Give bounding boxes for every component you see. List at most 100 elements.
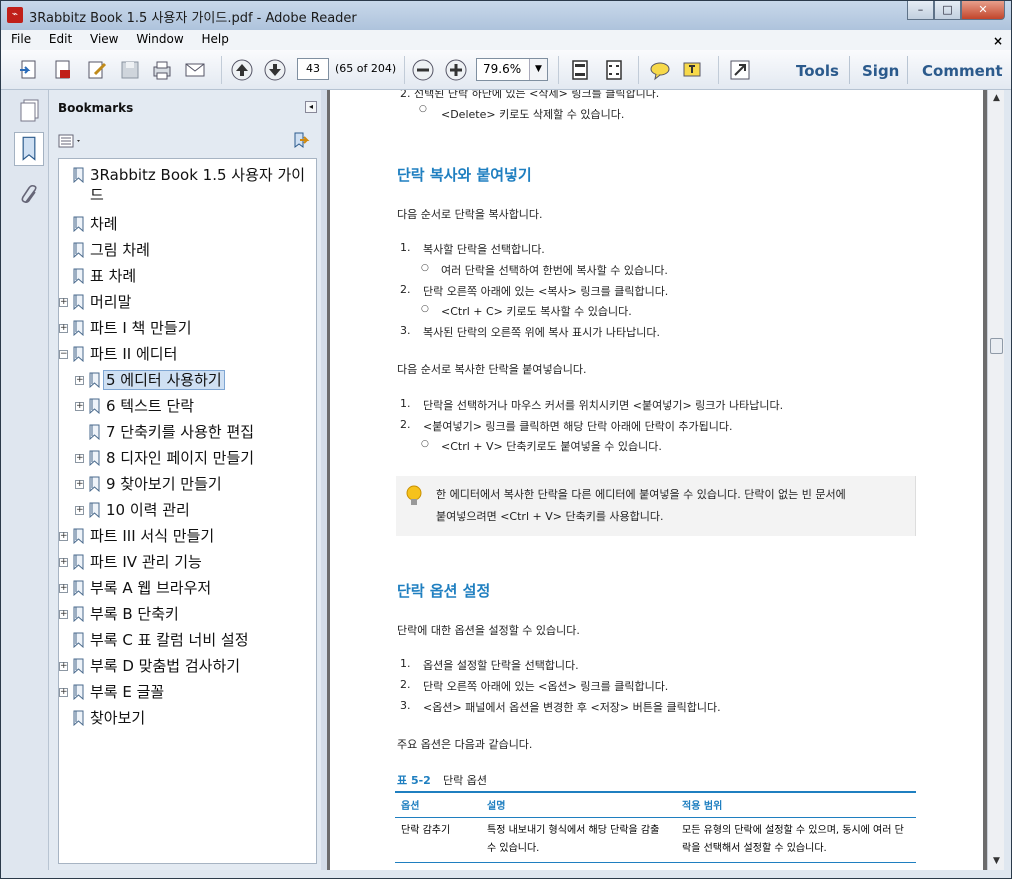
open-file-icon[interactable] (18, 58, 42, 82)
save-icon[interactable] (118, 58, 142, 82)
bookmark-item[interactable]: + 파트 IV 관리 기능 (59, 553, 316, 579)
attachments-icon[interactable] (18, 182, 42, 208)
edit-form-icon[interactable] (85, 58, 109, 82)
table-cell: 단락 감추기 (395, 817, 481, 863)
highlight-text-icon[interactable] (681, 58, 705, 82)
bookmark-label: 부록 A 웹 브라우저 (90, 579, 212, 597)
bookmark-item[interactable]: +10 이력 관리 (59, 501, 316, 527)
scroll-thumb[interactable] (990, 338, 1003, 354)
bookmark-item[interactable]: 표 차례 (59, 267, 316, 293)
sub-bullet-icon: ○ (421, 439, 429, 449)
bookmark-label: 파트 IV 관리 기능 (90, 553, 202, 571)
title-bar[interactable]: ⌁ 3Rabbitz Book 1.5 사용자 가이드.pdf - Adobe … (1, 1, 1011, 30)
menu-window[interactable]: Window (136, 30, 183, 46)
section-heading-copy: 단락 복사와 붙여넣기 (397, 166, 532, 184)
bookmark-icon (73, 710, 85, 727)
expand-toggle-icon[interactable]: + (59, 532, 68, 541)
bookmark-item[interactable]: − 파트 II 에디터 (59, 345, 316, 371)
bookmark-label: 6 텍스트 단락 (106, 397, 195, 415)
comment-note-icon[interactable] (648, 58, 672, 82)
bookmark-item[interactable]: +6 텍스트 단락 (59, 397, 316, 423)
expand-toggle-icon[interactable]: + (59, 298, 68, 307)
bookmarks-tab-icon[interactable] (14, 132, 44, 166)
menu-edit[interactable]: Edit (49, 30, 72, 46)
bookmark-item[interactable]: + 부록 A 웹 브라우저 (59, 579, 316, 605)
bookmark-item[interactable]: + 머리말 (59, 293, 316, 319)
bookmarks-tree: 3Rabbitz Book 1.5 사용자 가이 드차례 그림 차례 표 차례 + 머리말… (58, 158, 317, 864)
collapse-panel-icon[interactable]: ◂ (305, 101, 317, 113)
options-menu-icon[interactable] (58, 134, 84, 150)
bookmark-icon (73, 554, 85, 571)
bookmark-icon (73, 268, 85, 285)
expand-toggle-icon[interactable]: + (59, 324, 68, 333)
bookmark-label: 파트 III 서식 만들기 (90, 527, 215, 545)
menu-file[interactable]: File (11, 30, 31, 46)
create-pdf-icon[interactable] (51, 58, 75, 82)
menu-view[interactable]: View (90, 30, 118, 46)
bookmark-label-wrap: 드 (90, 186, 104, 204)
zoom-in-icon[interactable] (444, 58, 468, 82)
expand-toggle-icon[interactable]: + (75, 506, 84, 515)
table-header-option: 옵션 (395, 791, 481, 818)
tools-pane-button[interactable]: Tools (796, 62, 839, 80)
email-icon[interactable] (183, 58, 207, 82)
expand-toggle-icon[interactable]: + (75, 376, 84, 385)
bookmark-item[interactable]: + 부록 B 단축키 (59, 605, 316, 631)
expand-toggle-icon[interactable]: + (75, 454, 84, 463)
bookmark-item[interactable]: 찾아보기 (59, 709, 316, 735)
scroll-down-icon[interactable]: ▼ (988, 853, 1005, 870)
chevron-down-icon[interactable]: ▼ (529, 59, 547, 80)
comment-pane-button[interactable]: Comment (922, 62, 1003, 80)
bookmark-item[interactable]: 7 단축키를 사용한 편집 (59, 423, 316, 449)
vertical-scrollbar[interactable]: ▲ ▼ (987, 90, 1004, 870)
page-thumbnails-icon[interactable] (18, 98, 42, 124)
expand-current-bookmark-icon[interactable] (290, 130, 310, 150)
expand-toggle-icon[interactable]: + (59, 584, 68, 593)
zoom-out-icon[interactable] (411, 58, 435, 82)
list-number: 1. (400, 241, 411, 254)
bookmark-icon (73, 606, 85, 623)
bookmark-label: 파트 II 에디터 (90, 345, 178, 363)
close-document-icon[interactable]: × (993, 32, 1003, 48)
fit-page-icon[interactable] (568, 58, 592, 82)
bookmark-item[interactable]: + 파트 III 서식 만들기 (59, 527, 316, 553)
bookmark-item[interactable]: + 부록 E 글꼴 (59, 683, 316, 709)
table-caption-number: 표 5-2 (397, 774, 431, 787)
bookmarks-title: Bookmarks (58, 101, 134, 115)
bookmark-item[interactable]: +9 찾아보기 만들기 (59, 475, 316, 501)
adobe-reader-window: ⌁ 3Rabbitz Book 1.5 사용자 가이드.pdf - Adobe … (0, 0, 1012, 879)
full-screen-icon[interactable] (728, 58, 752, 82)
collapse-toggle-icon[interactable]: − (59, 350, 68, 359)
expand-toggle-icon[interactable]: + (59, 688, 68, 697)
bookmark-item[interactable]: +5 에디터 사용하기 (59, 370, 316, 397)
window-title: 3Rabbitz Book 1.5 사용자 가이드.pdf - Adobe Re… (29, 11, 357, 26)
fit-width-icon[interactable] (602, 58, 626, 82)
bookmark-icon (73, 320, 85, 337)
expand-toggle-icon[interactable]: + (75, 480, 84, 489)
expand-toggle-icon[interactable]: + (59, 662, 68, 671)
close-window-button[interactable]: ✕ (961, 1, 1005, 20)
expand-toggle-icon[interactable]: + (59, 610, 68, 619)
sign-pane-button[interactable]: Sign (862, 62, 899, 80)
bookmark-icon (73, 216, 85, 233)
bookmark-item[interactable]: 부록 C 표 칼럼 너비 설정 (59, 631, 316, 657)
bookmark-item[interactable]: +8 디자인 페이지 만들기 (59, 449, 316, 475)
zoom-select[interactable]: 79.6% ▼ (476, 58, 548, 81)
print-icon[interactable] (150, 58, 174, 82)
previous-page-icon[interactable] (230, 58, 254, 82)
bookmark-item[interactable]: + 파트 I 책 만들기 (59, 319, 316, 345)
next-page-icon[interactable] (263, 58, 287, 82)
menu-help[interactable]: Help (201, 30, 228, 46)
expand-toggle-icon[interactable]: + (59, 558, 68, 567)
scroll-up-icon[interactable]: ▲ (988, 90, 1005, 107)
bookmark-item[interactable]: 그림 차례 (59, 241, 316, 267)
page-number-input[interactable]: 43 (297, 58, 329, 80)
options-main-text: 주요 옵션은 다음과 같습니다. (397, 738, 533, 751)
maximize-button[interactable]: □ (934, 1, 961, 20)
bookmark-item[interactable]: 3Rabbitz Book 1.5 사용자 가이 드 (59, 166, 316, 204)
minimize-button[interactable]: – (907, 1, 934, 20)
bookmark-item[interactable]: + 부록 D 맞춤법 검사하기 (59, 657, 316, 683)
bookmark-icon (73, 167, 85, 184)
expand-toggle-icon[interactable]: + (75, 402, 84, 411)
bookmark-item[interactable]: 차례 (59, 215, 316, 241)
